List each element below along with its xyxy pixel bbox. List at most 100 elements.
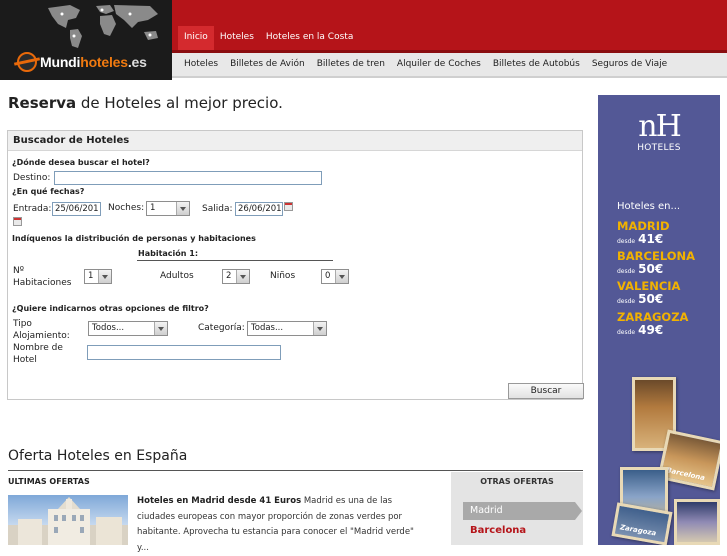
num-habitaciones-select[interactable]: 1 [84,269,112,284]
noches-label: Noches: [108,203,145,213]
ad-price-valencia: desde 50€ [617,293,663,308]
calendar-icon[interactable] [13,217,22,226]
ad-city-valencia: VALENCIA [617,279,681,293]
nombre-hotel-label: Nombre de Hotel [13,343,63,365]
adultos-select[interactable]: 2 [222,269,250,284]
ad-price-value: 41€ [638,232,664,246]
entrada-input[interactable]: 25/06/201 [52,202,101,216]
buscar-button[interactable]: Buscar [508,383,584,399]
ad-intro: Hoteles en... [617,201,681,212]
ninos-select[interactable]: 0 [321,269,349,284]
ninos-value: 0 [325,271,331,281]
salida-label: Salida: [202,204,233,214]
salida-input[interactable]: 26/06/201 [235,202,283,216]
chevron-down-icon [313,322,326,335]
habitacion-underline [137,260,333,261]
chevron-down-icon [98,270,111,283]
offers-title: Oferta Hoteles en España [8,448,188,464]
offer-photo-madrid[interactable] [8,495,128,545]
other-offers-panel: OTRAS OFERTAS Madrid Barcelona [451,472,583,545]
num-habitaciones-label: Nº Habitaciones [13,266,72,288]
subnav-hoteles[interactable]: Hoteles [178,53,224,77]
nh-logo: nH [638,109,681,144]
subnav-seguros-viaje[interactable]: Seguros de Viaje [586,53,673,77]
ad-price-madrid: desde 41€ [617,233,663,248]
calendar-icon[interactable] [284,202,293,211]
offers-divider [8,470,583,471]
chevron-down-icon [154,322,167,335]
ad-card-label-barcelona: Barcelona [665,466,706,483]
distribution-question: Indíquenos la distribución de personas y… [12,234,256,243]
subnav-billetes-autobus[interactable]: Billetes de Autobús [487,53,586,77]
page-title-rest: de Hoteles al mejor precio. [76,94,283,112]
adultos-value: 2 [226,271,232,281]
hotel-search-form: Buscador de Hoteles ¿Dónde desea buscar … [7,130,584,400]
tipo-alojamiento-label: Tipo Alojamiento: [13,319,70,341]
other-offers-label: OTRAS OFERTAS [480,477,554,486]
nombre-hotel-input[interactable] [87,345,281,360]
subnav-alquiler-coches[interactable]: Alquiler de Coches [391,53,487,77]
page-title-bold: Reserva [8,94,77,112]
ad-desde: desde [617,298,636,305]
page-title: Reserva de Hoteles al mejor precio. [8,94,283,112]
ad-price-barcelona: desde 50€ [617,263,663,278]
site-logo[interactable]: Mundihoteles.es [0,0,172,80]
subnav-divider [172,76,727,78]
world-map-icon [48,5,158,48]
where-question: ¿Dónde desea buscar el hotel? [12,158,150,167]
topnav-inicio[interactable]: Inicio [178,26,214,50]
destino-input[interactable] [54,171,322,185]
other-offer-barcelona[interactable]: Barcelona [470,525,526,536]
noches-value: 1 [150,203,156,213]
top-nav: Inicio Hoteles Hoteles en la Costa [172,0,727,50]
ad-desde: desde [617,329,636,336]
site-header: Mundihoteles.es Inicio Hoteles Hoteles e… [0,0,727,80]
topnav-hoteles-costa[interactable]: Hoteles en la Costa [260,26,359,50]
ad-price-zaragoza: desde 49€ [617,324,663,339]
logo-accent: hoteles [80,54,128,70]
nh-hoteles-ad[interactable]: nH HOTELES Hoteles en... MADRID desde 41€… [598,95,720,545]
destino-label: Destino: [13,173,51,183]
filters-question: ¿Quiere indicarnos otras opciones de fil… [12,304,209,313]
tipo-alojamiento-value: Todos... [92,323,125,333]
tipo-alojamiento-select[interactable]: Todos... [88,321,168,336]
offer-title-link[interactable]: Hoteles en Madrid desde 41 Euros [137,496,301,506]
ad-photo-card-valencia [674,499,720,545]
ninos-label: Niños [270,271,296,281]
sub-nav: Hoteles Billetes de Avión Billetes de tr… [172,53,727,77]
ad-city-zaragoza: ZARAGOZA [617,310,689,324]
num-habitaciones-value: 1 [88,271,94,281]
categoria-select[interactable]: Todas... [247,321,327,336]
chevron-down-icon [236,270,249,283]
latest-offers-label: ULTIMAS OFERTAS [8,477,90,486]
ad-card-label-zaragoza: Zaragoza [619,523,657,538]
categoria-label: Categoría: [198,323,245,333]
logo-main: Mundi [40,54,81,70]
globe-icon [17,52,37,72]
ad-price-value: 50€ [638,262,664,276]
ad-city-barcelona: BARCELONA [617,249,696,263]
habitacion-heading: Habitación 1: [138,249,199,258]
other-offer-madrid[interactable]: Madrid [463,502,582,520]
logo-tld: .es [127,54,147,70]
chevron-down-icon [335,270,348,283]
entrada-label: Entrada: [13,204,52,214]
logo-text: Mundihoteles.es [40,54,147,70]
ad-desde: desde [617,238,636,245]
ad-desde: desde [617,268,636,275]
categoria-value: Todas... [251,323,284,333]
search-form-title: Buscador de Hoteles [8,131,582,151]
noches-select[interactable]: 1 [146,201,190,216]
ad-price-value: 50€ [638,292,664,306]
subnav-billetes-tren[interactable]: Billetes de tren [311,53,391,77]
chevron-down-icon [176,202,189,215]
offer-description: Hoteles en Madrid desde 41 Euros Madrid … [137,494,427,556]
ad-city-madrid: MADRID [617,219,670,233]
topnav-hoteles[interactable]: Hoteles [214,26,260,50]
dates-question: ¿En qué fechas? [12,187,85,196]
adultos-label: Adultos [160,271,194,281]
ad-price-value: 49€ [638,323,664,337]
nh-logo-sub: HOTELES [637,143,681,153]
madrid-building-image [8,497,128,545]
subnav-billetes-avion[interactable]: Billetes de Avión [224,53,311,77]
